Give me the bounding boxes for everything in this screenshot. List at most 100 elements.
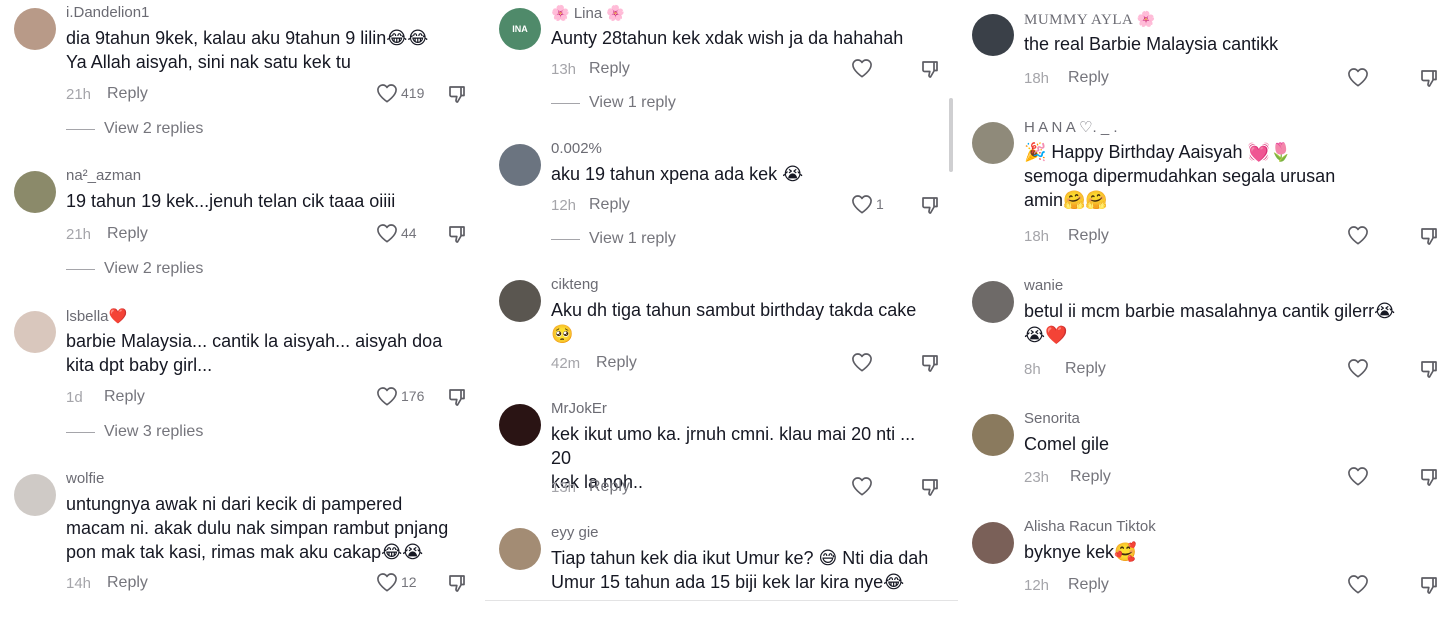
reply-button[interactable]: Reply xyxy=(1068,227,1109,245)
reply-button[interactable]: Reply xyxy=(589,60,630,78)
like-button[interactable] xyxy=(1347,225,1369,245)
reply-button[interactable]: Reply xyxy=(1068,69,1109,87)
view-replies-button[interactable]: View 2 replies xyxy=(66,260,203,278)
view-replies-button[interactable]: View 1 reply xyxy=(551,230,676,248)
divider xyxy=(66,128,95,130)
comment-text: 19 tahun 19 kek...jenuh telan cik taaa o… xyxy=(66,191,396,211)
heart-outline-icon xyxy=(377,573,397,592)
reply-button[interactable]: Reply xyxy=(589,478,630,496)
avatar[interactable] xyxy=(972,522,1014,564)
heart-outline-icon xyxy=(1348,226,1368,245)
like-button[interactable] xyxy=(1347,358,1369,378)
like-button[interactable]: 176 xyxy=(376,386,424,406)
comment-time: 14h xyxy=(66,575,92,592)
avatar[interactable] xyxy=(972,414,1014,456)
comment-time: 18h xyxy=(1024,228,1050,245)
comment-username[interactable]: cikteng xyxy=(551,276,599,293)
reply-button[interactable]: Reply xyxy=(104,388,145,406)
like-count: 1 xyxy=(876,196,884,212)
reply-button[interactable]: Reply xyxy=(1070,468,1111,486)
thumbs-down-icon[interactable] xyxy=(920,195,940,215)
scrollbar[interactable] xyxy=(949,98,953,172)
comment-text: untungnya awak ni dari kecik di pampered… xyxy=(66,494,449,562)
like-button[interactable] xyxy=(1347,574,1369,594)
avatar[interactable] xyxy=(499,144,541,186)
avatar[interactable]: INA xyxy=(499,8,541,50)
view-replies-button[interactable]: View 1 reply xyxy=(551,94,676,112)
divider xyxy=(66,431,95,433)
like-button[interactable]: 419 xyxy=(376,83,424,103)
reply-button[interactable]: Reply xyxy=(107,225,148,243)
avatar[interactable] xyxy=(14,474,56,516)
like-button[interactable]: 1 xyxy=(851,194,884,214)
avatar[interactable] xyxy=(972,281,1014,323)
reply-button[interactable]: Reply xyxy=(107,85,148,103)
avatar[interactable] xyxy=(499,528,541,570)
reply-button[interactable]: Reply xyxy=(1065,360,1106,378)
avatar[interactable] xyxy=(499,280,541,322)
like-button[interactable] xyxy=(1347,67,1369,87)
like-button[interactable] xyxy=(1347,466,1369,486)
thumbs-down-icon[interactable] xyxy=(920,477,940,497)
reply-button[interactable]: Reply xyxy=(107,574,148,592)
heart-outline-icon xyxy=(1348,575,1368,594)
comment-username[interactable]: H A N A ♡. _ . xyxy=(1024,118,1118,136)
comment-username[interactable]: eyy gie xyxy=(551,524,599,541)
comment-username[interactable]: na²_azman xyxy=(66,167,141,184)
thumbs-down-icon[interactable] xyxy=(1419,467,1439,487)
heart-outline-icon xyxy=(1348,467,1368,486)
heart-outline-icon xyxy=(377,387,397,406)
thumbs-down-icon[interactable] xyxy=(1419,68,1439,88)
comment-time: 13h xyxy=(551,479,577,496)
comment-username[interactable]: MUMMY AYLA 🌸 xyxy=(1024,10,1156,29)
thumbs-down-icon[interactable] xyxy=(447,224,467,244)
heart-outline-icon xyxy=(1348,359,1368,378)
comment-username[interactable]: wanie xyxy=(1024,277,1063,294)
like-count: 419 xyxy=(401,85,425,101)
divider xyxy=(485,600,958,601)
heart-outline-icon xyxy=(852,353,872,372)
like-button[interactable] xyxy=(851,476,873,496)
comments-column-2: INA 🌸 Lina 🌸 Aunty 28tahun kek xdak wish… xyxy=(485,0,958,622)
like-button[interactable]: 44 xyxy=(376,223,417,243)
comment-username[interactable]: lsbella❤️ xyxy=(66,307,127,325)
view-replies-button[interactable]: View 2 replies xyxy=(66,120,203,138)
reply-button[interactable]: Reply xyxy=(589,196,630,214)
comment-time: 21h xyxy=(66,86,92,103)
thumbs-down-icon[interactable] xyxy=(1419,575,1439,595)
reply-button[interactable]: Reply xyxy=(1068,576,1109,594)
comment-username[interactable]: 🌸 Lina 🌸 xyxy=(551,4,625,22)
thumbs-down-icon[interactable] xyxy=(447,387,467,407)
avatar[interactable] xyxy=(14,171,56,213)
comment-username[interactable]: MrJokEr xyxy=(551,400,607,417)
reply-button[interactable]: Reply xyxy=(596,354,637,372)
avatar[interactable] xyxy=(14,8,56,50)
thumbs-down-icon[interactable] xyxy=(447,84,467,104)
comment-username[interactable]: Alisha Racun Tiktok xyxy=(1024,518,1156,535)
like-button[interactable] xyxy=(851,58,873,78)
comment-username[interactable]: Senorita xyxy=(1024,410,1080,427)
avatar[interactable] xyxy=(499,404,541,446)
comment-text: byknye kek🥰 xyxy=(1024,542,1137,562)
thumbs-down-icon[interactable] xyxy=(1419,226,1439,246)
avatar[interactable] xyxy=(972,14,1014,56)
comment-text: Comel gile xyxy=(1024,434,1110,454)
thumbs-down-icon[interactable] xyxy=(920,59,940,79)
comment-text: Tiap tahun kek dia ikut Umur ke? 😅 Nti d… xyxy=(551,548,929,592)
like-button[interactable]: 12 xyxy=(376,572,417,592)
comment-text: betul ii mcm barbie masalahnya cantik gi… xyxy=(1024,301,1396,345)
avatar[interactable] xyxy=(14,311,56,353)
thumbs-down-icon[interactable] xyxy=(1419,359,1439,379)
thumbs-down-icon[interactable] xyxy=(920,353,940,373)
comment-text: 🎉 Happy Birthday Aaisyah 💓🌷 semoga diper… xyxy=(1024,142,1336,210)
comment-username[interactable]: 0.002% xyxy=(551,140,602,157)
thumbs-down-icon[interactable] xyxy=(447,573,467,593)
like-button[interactable] xyxy=(851,352,873,372)
comment-username[interactable]: i.Dandelion1 xyxy=(66,4,149,21)
avatar[interactable] xyxy=(972,122,1014,164)
comments-column-3: MUMMY AYLA 🌸 the real Barbie Malaysia ca… xyxy=(958,0,1451,622)
comment-username[interactable]: wolfie xyxy=(66,470,104,487)
view-replies-button[interactable]: View 3 replies xyxy=(66,423,203,441)
divider xyxy=(551,238,580,240)
divider xyxy=(66,268,95,270)
